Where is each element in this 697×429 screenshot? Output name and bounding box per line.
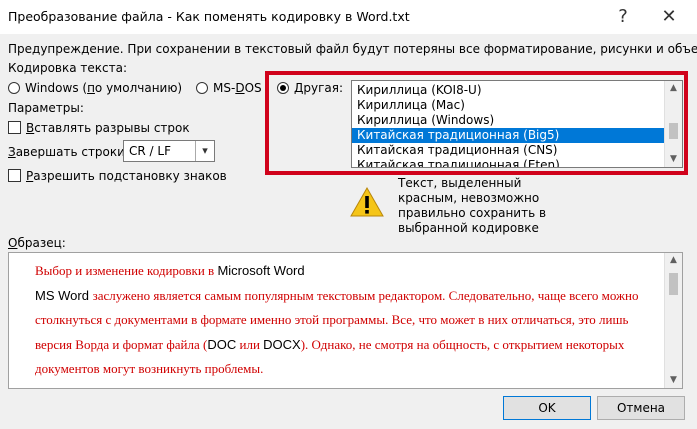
scroll-down-icon[interactable]: ▼	[665, 373, 682, 388]
sample-label: Образец:	[8, 236, 66, 250]
help-button[interactable]: ?	[608, 4, 638, 30]
allow-substitution-checkbox[interactable]: Разрешить подстановку знаков	[8, 168, 227, 183]
convert-file-dialog: Преобразование файла - Как поменять коди…	[0, 0, 697, 429]
window-title: Преобразование файла - Как поменять коди…	[8, 9, 410, 24]
checkbox-label: Разрешить подстановку знаков	[26, 168, 227, 183]
sample-segment: DOCX	[263, 336, 301, 352]
scroll-up-icon[interactable]: ▲	[665, 81, 682, 96]
scroll-up-icon[interactable]: ▲	[665, 253, 682, 268]
sample-scrollbar[interactable]: ▲ ▼	[664, 253, 682, 388]
encoding-list-item[interactable]: Китайская традиционная (Eten)	[352, 158, 665, 167]
chevron-down-icon[interactable]: ▾	[195, 141, 214, 161]
encoding-list-item-selected[interactable]: Китайская традиционная (Big5)	[352, 128, 665, 143]
encoding-list-item[interactable]: Кириллица (Mac)	[352, 98, 665, 113]
encoding-warning-message: Текст, выделенный красным, невозможно пр…	[398, 176, 547, 235]
encoding-list-item[interactable]: Кириллица (Windows)	[352, 113, 665, 128]
title-bar: Преобразование файла - Как поменять коди…	[0, 0, 697, 34]
sample-paragraph: Выбор и изменение кодировки в Microsoft …	[35, 259, 650, 284]
radio-button[interactable]	[8, 81, 20, 94]
checkbox-box[interactable]	[8, 169, 21, 182]
cancel-button[interactable]: Отмена	[597, 396, 685, 420]
sample-segment: MS Word	[35, 287, 93, 303]
params-label: Параметры:	[8, 101, 84, 115]
sample-segment: или	[236, 336, 264, 352]
end-lines-select[interactable]: CR / LF ▾	[123, 140, 215, 162]
end-lines-value: CR / LF	[129, 144, 171, 158]
save-warning-text: Предупреждение. При сохранении в текстов…	[8, 42, 697, 56]
encoding-list-item[interactable]: Кириллица (KOI8-U)	[352, 83, 665, 98]
sample-segment: Выбор и изменение кодировки в	[35, 263, 218, 278]
scroll-thumb[interactable]	[669, 273, 678, 295]
sample-text: Выбор и изменение кодировки в Microsoft …	[35, 259, 650, 382]
encoding-list-item[interactable]: Китайская традиционная (CNS)	[352, 143, 665, 158]
scroll-thumb[interactable]	[669, 123, 678, 139]
scroll-down-icon[interactable]: ▼	[665, 152, 682, 167]
ok-button[interactable]: OK	[503, 396, 591, 420]
encoding-scrollbar[interactable]: ▲ ▼	[664, 81, 682, 167]
radio-button[interactable]	[196, 81, 208, 94]
checkbox-box[interactable]	[8, 121, 21, 134]
insert-line-breaks-checkbox[interactable]: Вставлять разрывы строк	[8, 120, 190, 135]
sample-segment: DOC	[207, 336, 237, 352]
sample-preview[interactable]: Выбор и изменение кодировки в Microsoft …	[8, 252, 683, 389]
radio-windows-default[interactable]: Windows (по умолчанию)	[8, 80, 182, 95]
close-button[interactable]: ✕	[652, 4, 686, 30]
end-lines-label: Завершать строки:	[8, 145, 129, 159]
radio-label: Windows (по умолчанию)	[25, 80, 183, 95]
warning-icon	[350, 187, 384, 217]
sample-segment: Microsoft Word	[217, 263, 305, 278]
encoding-listbox[interactable]: Кириллица (KOI8-U) Кириллица (Mac) Кирил…	[351, 80, 683, 168]
radio-label: MS-DOS	[213, 80, 262, 95]
encoding-label: Кодировка текста:	[8, 61, 128, 75]
sample-paragraph: MS Word заслужено является самым популяр…	[35, 284, 650, 382]
radio-ms-dos[interactable]: MS-DOS	[196, 80, 262, 95]
checkbox-label: Вставлять разрывы строк	[26, 120, 190, 135]
